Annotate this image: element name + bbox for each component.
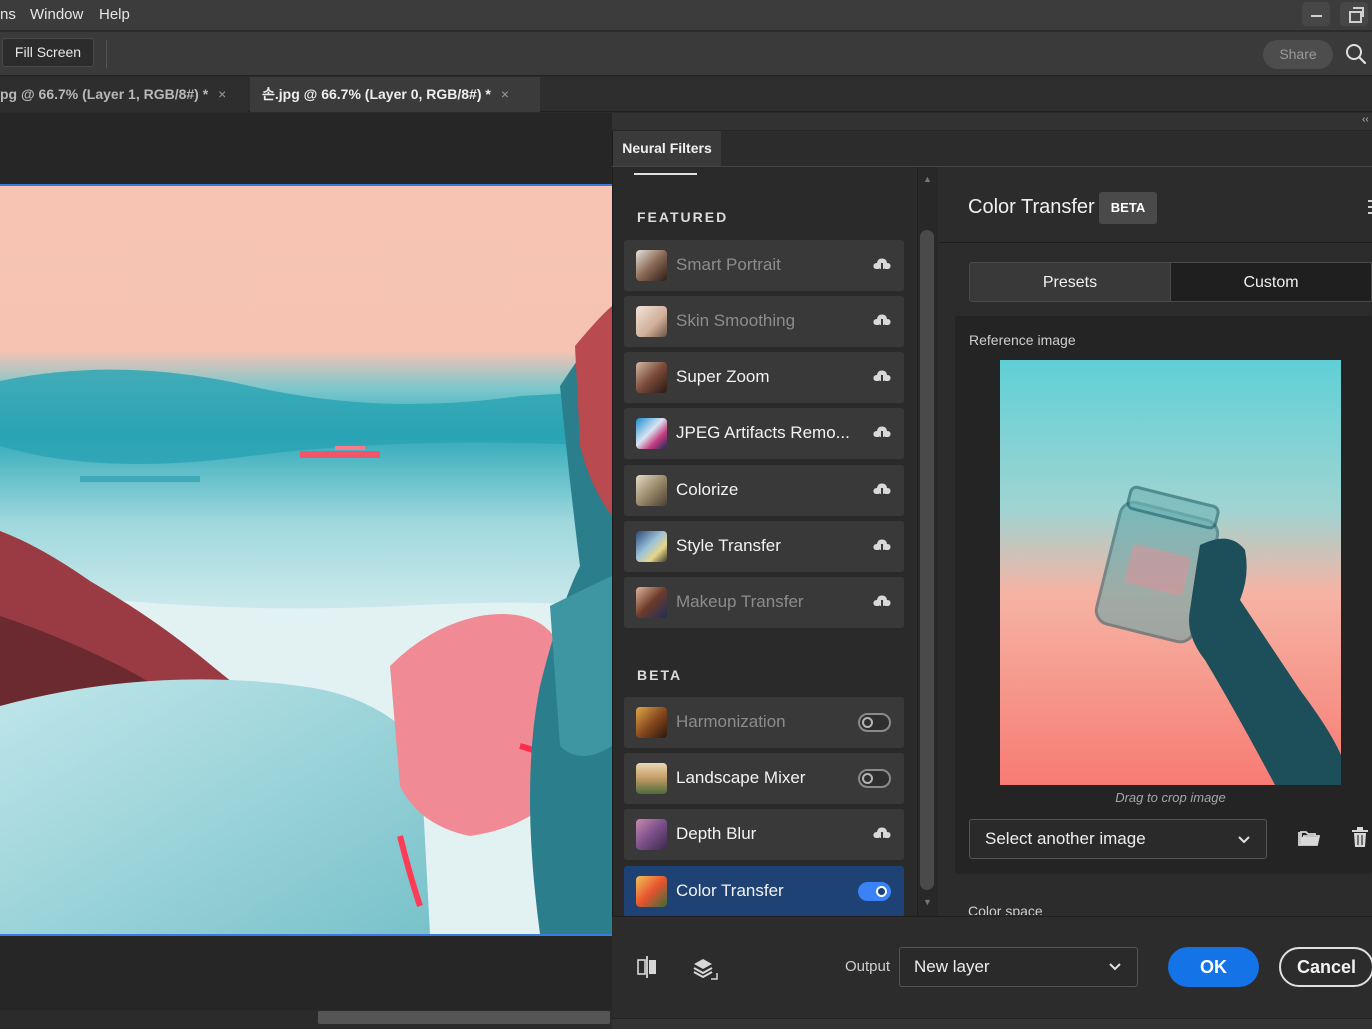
harmonization-thumbnail — [636, 707, 667, 738]
tab-custom[interactable]: Custom — [1171, 262, 1372, 302]
settings-title: Color Transfer — [968, 196, 1095, 218]
collapse-panel-icon[interactable]: ‹‹ — [1362, 114, 1369, 125]
filter-item-style-transfer[interactable]: Style Transfer — [624, 521, 904, 572]
color-transfer-toggle[interactable] — [858, 882, 891, 901]
cloud-download-icon[interactable] — [872, 536, 892, 556]
filter-label: Makeup Transfer — [676, 592, 804, 611]
chevron-down-icon — [1109, 963, 1121, 971]
beta-badge: BETA — [1099, 192, 1157, 224]
filter-label: Landscape Mixer — [676, 768, 806, 787]
document-tab-label: pg @ 66.7% (Layer 1, RGB/8#) * — [0, 86, 209, 102]
filter-label: Harmonization — [676, 712, 786, 731]
filter-item-skin-smoothing[interactable]: Skin Smoothing — [624, 296, 904, 347]
select-another-image-label: Select another image — [985, 829, 1146, 848]
depth-blur-thumbnail — [636, 819, 667, 850]
fill-screen-button[interactable]: Fill Screen — [2, 38, 94, 67]
makeup-transfer-thumbnail — [636, 587, 667, 618]
color-space-label: Color space — [968, 903, 1043, 915]
scroll-down-icon[interactable]: ▼ — [923, 897, 932, 907]
canvas-photo-illustration — [0, 186, 612, 934]
style-transfer-thumbnail — [636, 531, 667, 562]
beta-section-title: BETA — [637, 667, 683, 683]
output-label: Output — [845, 958, 891, 975]
share-button[interactable]: Share — [1263, 40, 1333, 69]
filter-label: JPEG Artifacts Remo... — [676, 423, 850, 442]
filter-label: Colorize — [676, 480, 739, 499]
filter-item-colorize[interactable]: Colorize — [624, 465, 904, 516]
filter-item-smart-portrait[interactable]: Smart Portrait — [624, 240, 904, 291]
cloud-download-icon[interactable] — [872, 255, 892, 275]
tab-presets[interactable]: Presets — [969, 262, 1171, 302]
toolbar-divider — [106, 40, 107, 68]
menu-help[interactable]: Help — [99, 6, 130, 23]
filter-label: Smart Portrait — [676, 255, 781, 274]
drag-to-crop-hint: Drag to crop image — [1115, 790, 1226, 805]
filter-item-color-transfer[interactable]: Color Transfer — [624, 866, 904, 917]
cloud-download-icon[interactable] — [872, 367, 892, 387]
scroll-up-icon[interactable]: ▲ — [923, 174, 932, 184]
skin-smoothing-thumbnail — [636, 306, 667, 337]
super-zoom-thumbnail — [636, 362, 667, 393]
landscape-mixer-thumbnail — [636, 763, 667, 794]
cloud-download-icon[interactable] — [872, 311, 892, 331]
close-tab-icon[interactable]: × — [218, 86, 226, 102]
filter-item-harmonization[interactable]: Harmonization — [624, 697, 904, 748]
close-tab-icon[interactable]: × — [501, 86, 509, 102]
ok-button[interactable]: OK — [1168, 947, 1259, 987]
horizontal-scrollbar-thumb[interactable] — [318, 1011, 610, 1024]
document-tab-active[interactable]: 손.jpg @ 66.7% (Layer 0, RGB/8#) * × — [250, 77, 540, 112]
before-after-compare-icon[interactable] — [636, 955, 658, 979]
document-tab-bar: pg @ 66.7% (Layer 1, RGB/8#) * × 손.jpg @ … — [0, 77, 1372, 112]
color-transfer-thumbnail — [636, 876, 667, 907]
panel-bottom-edge — [612, 1018, 1372, 1029]
list-view-indicator[interactable] — [634, 173, 697, 175]
filter-label: Color Transfer — [676, 881, 784, 900]
settings-divider — [939, 242, 1372, 243]
search-icon[interactable] — [1344, 42, 1368, 66]
folder-icon[interactable] — [1298, 828, 1320, 848]
filter-label: Skin Smoothing — [676, 311, 796, 330]
cloud-download-icon[interactable] — [872, 592, 892, 612]
cancel-button[interactable]: Cancel — [1279, 947, 1372, 987]
filter-item-jpeg-artifacts-removal[interactable]: JPEG Artifacts Remo... — [624, 408, 904, 459]
document-tab[interactable]: pg @ 66.7% (Layer 1, RGB/8#) * × — [0, 77, 248, 112]
restore-window-button[interactable] — [1340, 2, 1368, 26]
tab-neural-filters[interactable]: Neural Filters — [613, 131, 721, 167]
cloud-download-icon[interactable] — [872, 480, 892, 500]
harmonization-toggle[interactable] — [858, 713, 891, 732]
document-tab-label: 손.jpg @ 66.7% (Layer 0, RGB/8#) * — [262, 86, 491, 102]
filter-list-scrollbar-thumb[interactable] — [920, 230, 934, 890]
colorize-thumbnail — [636, 475, 667, 506]
filter-item-depth-blur[interactable]: Depth Blur — [624, 809, 904, 860]
layers-preview-icon[interactable] — [691, 955, 719, 983]
cloud-download-icon[interactable] — [872, 423, 892, 443]
featured-section-title: FEATURED — [637, 209, 729, 225]
menu-window[interactable]: Window — [30, 6, 83, 23]
reference-image-label: Reference image — [969, 332, 1076, 348]
filter-label: Style Transfer — [676, 536, 781, 555]
filter-item-landscape-mixer[interactable]: Landscape Mixer — [624, 753, 904, 804]
reference-image-crop[interactable] — [1000, 360, 1341, 785]
landscape-mixer-toggle[interactable] — [858, 769, 891, 788]
chevron-down-icon — [1238, 836, 1250, 844]
canvas-image[interactable] — [0, 184, 612, 936]
filter-item-super-zoom[interactable]: Super Zoom — [624, 352, 904, 403]
output-value: New layer — [914, 957, 990, 976]
menu-plugins[interactable]: ns — [0, 6, 16, 23]
filter-label: Depth Blur — [676, 824, 757, 843]
filter-item-makeup-transfer[interactable]: Makeup Transfer — [624, 577, 904, 628]
filter-label: Super Zoom — [676, 367, 770, 386]
cloud-download-icon[interactable] — [872, 824, 892, 844]
jpeg-artifacts-thumbnail — [636, 418, 667, 449]
options-bar: Fill Screen Share — [0, 32, 1372, 76]
smart-portrait-thumbnail — [636, 250, 667, 281]
reset-parameters-icon[interactable] — [1362, 198, 1372, 216]
panel-header-strip — [612, 113, 1372, 131]
menu-bar: ns Window Help — [0, 0, 1372, 31]
trash-icon[interactable] — [1351, 827, 1369, 848]
reference-image-illustration — [1000, 360, 1341, 785]
minimize-window-button[interactable] — [1302, 2, 1330, 26]
